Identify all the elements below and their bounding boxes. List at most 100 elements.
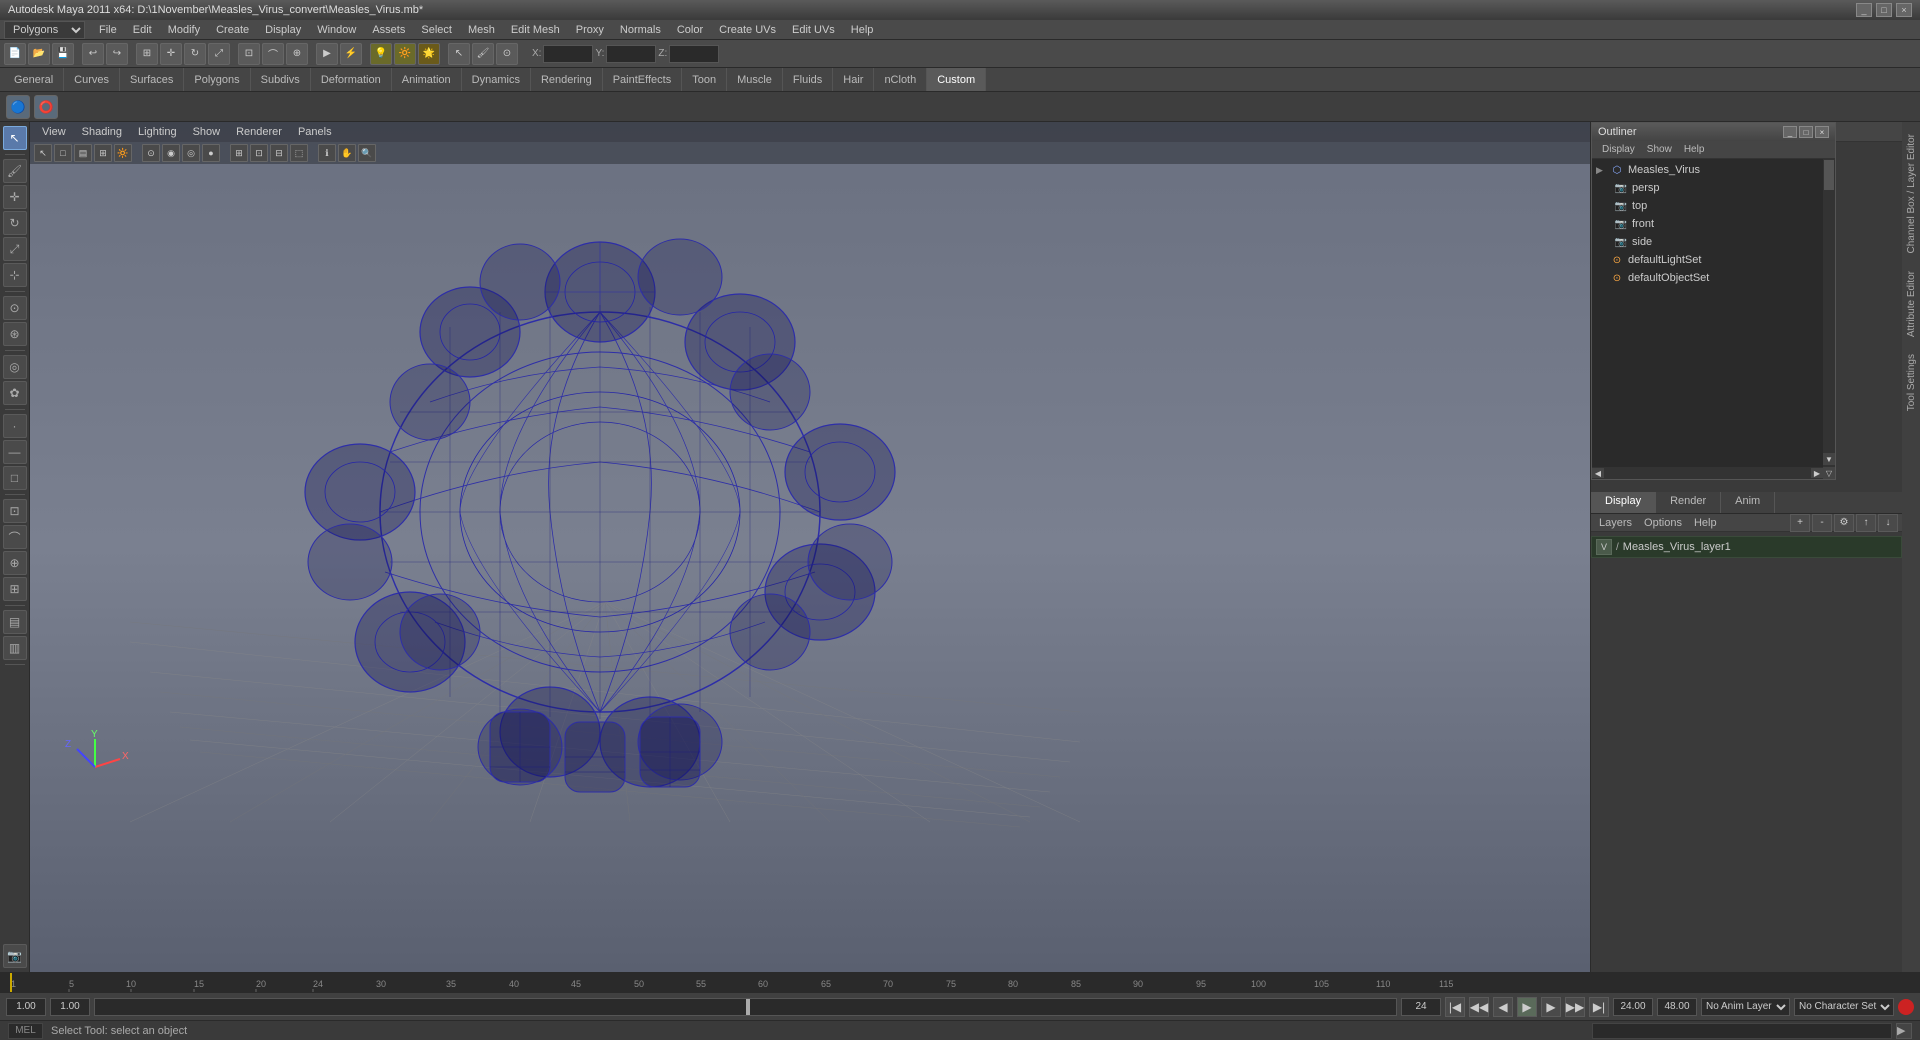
play-range-handle[interactable] <box>746 999 750 1015</box>
rsb-tab-channel-box[interactable]: Channel Box / Layer Editor <box>1904 126 1919 262</box>
shelf-tab-toon[interactable]: Toon <box>682 68 727 91</box>
menu-help[interactable]: Help <box>843 20 882 39</box>
soft-mod-button[interactable]: ◎ <box>3 355 27 379</box>
vp-safe-btn[interactable]: ⬚ <box>290 144 308 162</box>
outliner-close[interactable]: × <box>1815 126 1829 138</box>
cb-tab-anim[interactable]: Anim <box>1721 492 1775 513</box>
lasso-tool-button[interactable]: ⊙ <box>3 296 27 320</box>
outliner-maximize[interactable]: □ <box>1799 126 1813 138</box>
lasso-button[interactable]: ⊙ <box>496 43 518 65</box>
scale-tool-button[interactable]: ⤢ <box>3 237 27 261</box>
expand-icon[interactable]: ▶ <box>1596 165 1608 176</box>
shelf-tab-painteffects[interactable]: PaintEffects <box>603 68 683 91</box>
delete-layer-btn[interactable]: - <box>1812 514 1832 532</box>
anim-layer-select[interactable]: No Anim Layer <box>1701 998 1790 1016</box>
snap-point-lt-button[interactable]: ⊕ <box>3 551 27 575</box>
layer-create-lt-button[interactable]: ▤ <box>3 610 27 634</box>
shelf-tab-custom[interactable]: Custom <box>927 68 986 91</box>
outliner-hscrollbar[interactable]: ◀ ▶ <box>1592 467 1823 479</box>
open-scene-button[interactable]: 📂 <box>28 43 50 65</box>
edge-button[interactable]: — <box>3 440 27 464</box>
ipr-button[interactable]: ⚡ <box>340 43 362 65</box>
rotate-button[interactable]: ↻ <box>184 43 206 65</box>
menu-create-uvs[interactable]: Create UVs <box>711 20 784 39</box>
timeline-area[interactable]: 1 5 10 15 20 24 30 35 40 45 50 55 60 <box>0 972 1920 992</box>
vp-zoom-btn[interactable]: 🔍 <box>358 144 376 162</box>
vp-menu-renderer[interactable]: Renderer <box>228 124 290 140</box>
close-button[interactable]: × <box>1896 3 1912 17</box>
playback-range-end-input[interactable] <box>1613 998 1653 1016</box>
scroll-end-btn[interactable]: ▽ <box>1823 467 1835 479</box>
playback-end-frame-input[interactable] <box>1401 998 1441 1016</box>
vp-grid-btn[interactable]: ⊞ <box>230 144 248 162</box>
scrollbar-thumb[interactable] <box>1824 160 1834 190</box>
shelf-tab-hair[interactable]: Hair <box>833 68 874 91</box>
shelf-tab-polygons[interactable]: Polygons <box>184 68 250 91</box>
menu-edit-uvs[interactable]: Edit UVs <box>784 20 843 39</box>
outliner-title-bar[interactable]: Outliner _ □ × <box>1592 123 1835 141</box>
layer-row-measles[interactable]: V / Measles_Virus_layer1 <box>1591 536 1902 558</box>
outliner-item-measles-virus[interactable]: ▶ ⬡ Measles_Virus <box>1592 161 1835 179</box>
shelf-icon-2[interactable]: ⭕ <box>34 95 58 119</box>
vp-texture-btn[interactable]: ⊞ <box>94 144 112 162</box>
light1-button[interactable]: 💡 <box>370 43 392 65</box>
scroll-right-btn[interactable]: ▶ <box>1811 468 1823 478</box>
menu-display[interactable]: Display <box>257 20 309 39</box>
skip-end-button[interactable]: ▶| <box>1589 997 1609 1017</box>
vp-pan-btn[interactable]: ✋ <box>338 144 356 162</box>
show-manipulator-button[interactable]: ⊹ <box>3 263 27 287</box>
vp-shaded-wire-btn[interactable]: ◎ <box>182 144 200 162</box>
outliner-item-top[interactable]: 📷 top <box>1592 197 1835 215</box>
outliner-item-default-light-set[interactable]: ⊙ defaultLightSet <box>1592 251 1835 269</box>
menu-create[interactable]: Create <box>208 20 257 39</box>
shelf-tab-muscle[interactable]: Muscle <box>727 68 783 91</box>
outliner-content[interactable]: ▶ ⬡ Measles_Virus 📷 persp 📷 top 📷 front <box>1592 159 1835 479</box>
window-controls[interactable]: _ □ × <box>1856 3 1912 17</box>
snap-point-button[interactable]: ⊕ <box>286 43 308 65</box>
outliner-scrollbar[interactable]: ▼ ▽ <box>1823 159 1835 479</box>
outliner-item-side[interactable]: 📷 side <box>1592 233 1835 251</box>
shelf-tab-animation[interactable]: Animation <box>392 68 462 91</box>
step-back-button[interactable]: ◀ <box>1493 997 1513 1017</box>
vp-menu-shading[interactable]: Shading <box>74 124 130 140</box>
vp-camera-btn[interactable]: □ <box>54 144 72 162</box>
vp-wireframe-btn[interactable]: ⊙ <box>142 144 160 162</box>
layer-opts-btn[interactable]: ⚙ <box>1834 514 1854 532</box>
render-button[interactable]: ▶ <box>316 43 338 65</box>
vp-light-btn[interactable]: 🔆 <box>114 144 132 162</box>
snap-view-lt-button[interactable]: ⊞ <box>3 577 27 601</box>
layer-menu-help[interactable]: Help <box>1690 517 1721 529</box>
layer-move-up-btn[interactable]: ↑ <box>1856 514 1876 532</box>
layer-move-dn-btn[interactable]: ↓ <box>1878 514 1898 532</box>
play-forward-button[interactable]: ▶ <box>1517 997 1537 1017</box>
snap-grid-button[interactable]: ⊡ <box>238 43 260 65</box>
paint-tool-button[interactable]: 🖌 <box>3 159 27 183</box>
vp-film-gate-btn[interactable]: ⊡ <box>250 144 268 162</box>
mode-selector[interactable]: Polygons Surfaces Dynamics Rendering Ani… <box>4 21 85 39</box>
vp-smooth-btn[interactable]: ● <box>202 144 220 162</box>
light3-button[interactable]: 🌟 <box>418 43 440 65</box>
scroll-down-btn[interactable]: ▼ <box>1823 453 1835 465</box>
prev-key-button[interactable]: ◀◀ <box>1469 997 1489 1017</box>
scale-button[interactable]: ⤢ <box>208 43 230 65</box>
menu-window[interactable]: Window <box>309 20 364 39</box>
mel-indicator[interactable]: MEL <box>8 1023 43 1039</box>
timeline-ruler[interactable]: 1 5 10 15 20 24 30 35 40 45 50 55 60 <box>0 973 1920 992</box>
paint-button[interactable]: 🖌 <box>472 43 494 65</box>
vp-menu-panels[interactable]: Panels <box>290 124 340 140</box>
vp-select-btn[interactable]: ↖ <box>34 144 52 162</box>
maximize-button[interactable]: □ <box>1876 3 1892 17</box>
shelf-tab-deformation[interactable]: Deformation <box>311 68 392 91</box>
scroll-left-btn[interactable]: ◀ <box>1592 468 1604 478</box>
cb-tab-display[interactable]: Display <box>1591 492 1656 513</box>
vp-menu-show[interactable]: Show <box>185 124 229 140</box>
vp-shaded-btn[interactable]: ◉ <box>162 144 180 162</box>
select-button[interactable]: ↖ <box>448 43 470 65</box>
playback-total-end-input[interactable] <box>1657 998 1697 1016</box>
menu-modify[interactable]: Modify <box>160 20 208 39</box>
menu-normals[interactable]: Normals <box>612 20 669 39</box>
layer-visibility-btn[interactable]: V <box>1596 539 1612 555</box>
vp-shading-btn[interactable]: ▤ <box>74 144 92 162</box>
menu-edit[interactable]: Edit <box>125 20 160 39</box>
vp-menu-lighting[interactable]: Lighting <box>130 124 185 140</box>
